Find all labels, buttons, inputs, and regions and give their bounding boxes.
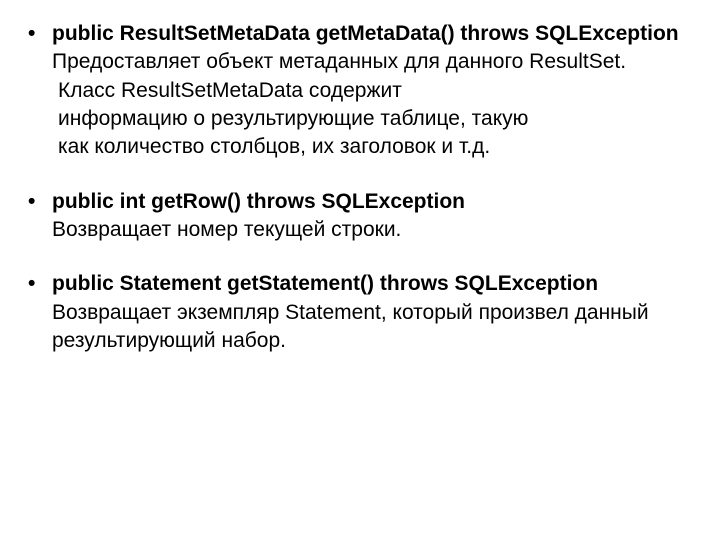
method-signature: public int getRow() throws SQLException — [52, 190, 465, 213]
method-extra-line: информацию о результирующие таблице, так… — [52, 105, 690, 133]
method-signature: public Statement getStatement() throws S… — [52, 272, 598, 295]
method-description: Предоставляет объект метаданных для данн… — [52, 48, 690, 76]
method-extra-line: как количество столбцов, их заголовок и … — [52, 133, 690, 161]
list-item: public ResultSetMetaData getMetaData() t… — [20, 20, 690, 162]
method-description: Возвращает экземпляр Statement, который … — [52, 299, 690, 356]
list-item: public Statement getStatement() throws S… — [20, 270, 690, 355]
method-extra-line: Класс ResultSetMetaData содержит — [52, 77, 690, 105]
list-item: public int getRow() throws SQLException … — [20, 188, 690, 245]
method-list: public ResultSetMetaData getMetaData() t… — [20, 20, 690, 355]
method-description: Возвращает номер текущей строки. — [52, 216, 690, 244]
method-signature: public ResultSetMetaData getMetaData() t… — [52, 22, 679, 45]
